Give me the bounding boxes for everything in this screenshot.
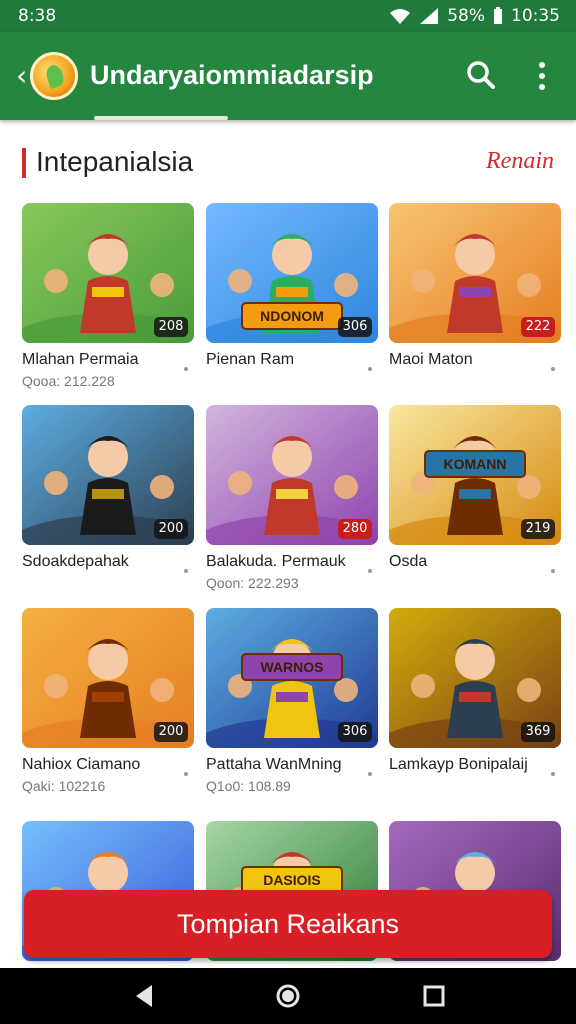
game-card[interactable]: 200 Sdoakdepahak [22,405,194,573]
app-title: Undaryaiommiadarsip [90,60,374,90]
app-bar: ‹ Undaryaiommiadarsip [0,32,576,120]
nav-home-icon[interactable] [274,982,302,1010]
status-time: 8:38 [18,6,57,26]
game-badge: 219 [521,519,555,539]
game-thumbnail[interactable]: 222 [389,203,561,343]
game-meta: Qaki: 102216 [22,778,106,794]
game-badge: 369 [521,722,555,742]
game-title: Lamkayp Bonipalaij [389,756,528,773]
game-card[interactable]: NDONOM 306 Pienan Ram [206,203,378,371]
section-title: Intepanialsia [36,146,194,177]
app-logo [30,52,78,100]
game-title: Pattaha WanMning [206,756,342,773]
game-title: Nahiox Ciamano [22,756,141,773]
game-badge: 200 [154,519,188,539]
card-options-icon[interactable] [551,367,555,371]
nav-recents-icon[interactable] [420,982,448,1010]
game-card[interactable]: 222 Maoi Maton [389,203,561,371]
game-meta: Q1o0: 108.89 [206,778,291,794]
game-card[interactable]: 369 Lamkayp Bonipalaij [389,608,561,776]
game-thumbnail[interactable]: NDONOM 306 [206,203,378,343]
signal-icon [420,8,439,24]
svg-text:DASIOIS: DASIOIS [263,872,321,888]
game-badge: 222 [521,317,555,337]
game-thumbnail[interactable]: 200 [22,405,194,545]
section-more-link[interactable]: Renain [486,148,554,175]
game-thumbnail[interactable]: 280 [206,405,378,545]
card-options-icon[interactable] [551,772,555,776]
back-arrow-icon[interactable]: ‹ [16,62,27,90]
wifi-icon [390,9,411,24]
game-title: Osda [389,553,428,570]
game-thumbnail[interactable]: KOMANN 219 [389,405,561,545]
card-options-icon[interactable] [368,367,372,371]
card-options-icon[interactable] [184,569,188,573]
battery-icon [494,7,502,24]
game-thumbnail[interactable]: WARNOS 306 [206,608,378,748]
game-card[interactable]: 280 Balakuda. Permauk Qoon: 222.293 [206,405,378,591]
game-title: Pienan Ram [206,351,295,368]
tab-indicator [94,116,228,120]
game-badge: 280 [338,519,372,539]
status-right: 58% 10:35 [389,6,560,26]
overflow-menu-icon[interactable] [528,60,556,92]
game-meta: Qooa: 212.228 [22,373,115,389]
section-header: Intepanialsia Renain [22,142,558,182]
status-bar: 8:38 58% 10:35 [0,0,576,32]
search-icon[interactable] [466,60,496,90]
game-thumbnail[interactable]: 200 [22,608,194,748]
card-options-icon[interactable] [368,772,372,776]
game-card[interactable]: 208 Mlahan Permaia Qooa: 212.228 [22,203,194,389]
game-title: Mlahan Permaia [22,351,139,368]
game-badge: 306 [338,722,372,742]
svg-text:KOMANN: KOMANN [444,456,507,472]
status-clock: 10:35 [511,6,560,26]
card-options-icon[interactable] [184,772,188,776]
svg-text:WARNOS: WARNOS [261,659,324,675]
nav-back-icon[interactable] [130,982,158,1010]
game-badge: 306 [338,317,372,337]
game-title: Balakuda. Permauk [206,553,346,570]
game-badge: 208 [154,317,188,337]
game-title: Maoi Maton [389,351,473,368]
game-badge: 200 [154,722,188,742]
game-card[interactable]: 200 Nahiox Ciamano Qaki: 102216 [22,608,194,794]
cta-button[interactable]: Tompian Reaikans [24,890,552,958]
game-card[interactable]: WARNOS 306 Pattaha WanMning Q1o0: 108.89 [206,608,378,794]
game-title: Sdoakdepahak [22,553,129,570]
system-nav-bar [0,968,576,1024]
game-thumbnail[interactable]: 208 [22,203,194,343]
card-options-icon[interactable] [368,569,372,573]
card-options-icon[interactable] [551,569,555,573]
card-options-icon[interactable] [184,367,188,371]
game-thumbnail[interactable]: 369 [389,608,561,748]
battery-percent: 58% [447,6,485,26]
game-meta: Qoon: 222.293 [206,575,299,591]
section-accent-bar [22,148,26,178]
svg-text:NDONOM: NDONOM [260,308,324,324]
game-card[interactable]: KOMANN 219 Osda [389,405,561,573]
